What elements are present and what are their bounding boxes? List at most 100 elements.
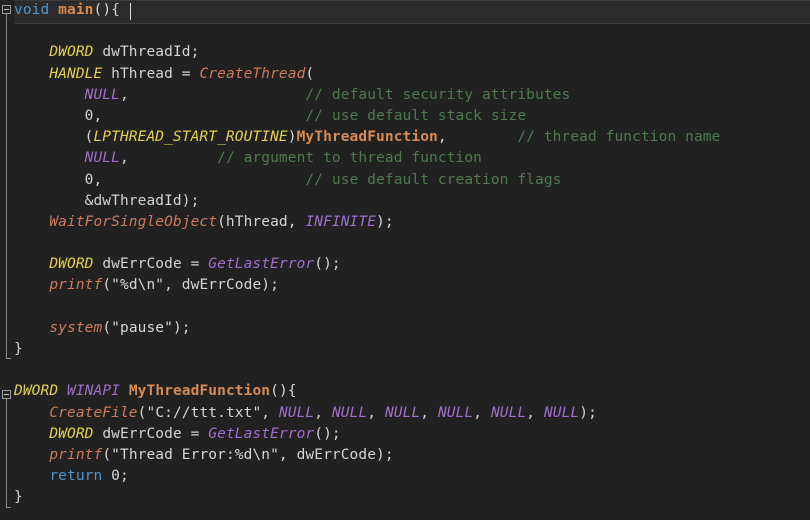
code-line[interactable]: } bbox=[14, 339, 810, 360]
code-token-string: "C://ttt.txt" bbox=[146, 404, 262, 421]
code-token-punct: ); bbox=[376, 213, 394, 230]
code-token-punct: ); bbox=[579, 404, 597, 421]
code-token-punct: ( bbox=[102, 319, 112, 336]
code-token-keyword: return bbox=[49, 468, 103, 485]
code-token-plain: , dwErrCode); bbox=[278, 446, 394, 463]
code-token-comment: // default security attributes bbox=[305, 86, 571, 103]
code-token-comment: // thread function name bbox=[517, 129, 721, 146]
code-line[interactable]: WaitForSingleObject(hThread, INFINITE); bbox=[14, 212, 810, 233]
code-token-type: LPTHREAD_START_ROUTINE bbox=[93, 129, 288, 146]
code-line[interactable]: printf("Thread Error:%d\n", dwErrCode); bbox=[14, 445, 810, 466]
code-line[interactable] bbox=[14, 233, 810, 254]
code-line[interactable]: (LPTHREAD_START_ROUTINE)MyThreadFunction… bbox=[14, 127, 810, 148]
code-token-plain: , bbox=[473, 404, 491, 421]
fold-marker-mythreadfunction[interactable] bbox=[2, 390, 11, 399]
code-token-macro: GetLastError bbox=[208, 256, 315, 273]
code-token-macro: NULL bbox=[278, 404, 315, 421]
code-line[interactable]: DWORD dwErrCode = GetLastError(); bbox=[14, 254, 810, 275]
code-token-plain: , bbox=[526, 404, 544, 421]
code-line[interactable]: NULL, // default security attributes bbox=[14, 85, 810, 106]
code-line[interactable] bbox=[14, 21, 810, 42]
fold-marker-main[interactable] bbox=[2, 5, 11, 14]
code-line[interactable]: 0, // use default stack size bbox=[14, 106, 810, 127]
code-token-punct: , bbox=[119, 150, 129, 167]
code-token-fncall: CreateThread bbox=[199, 65, 306, 82]
code-token-comment: // argument to thread function bbox=[217, 150, 483, 167]
code-line[interactable]: HANDLE hThread = CreateThread( bbox=[14, 64, 810, 85]
code-line[interactable]: DWORD dwErrCode = GetLastError(); bbox=[14, 424, 810, 445]
code-token-punct: ; bbox=[120, 468, 129, 485]
code-token-plain: , bbox=[420, 404, 438, 421]
code-token-punct: (); bbox=[314, 425, 341, 442]
code-token-plain: , bbox=[314, 404, 332, 421]
code-token-punct: ( bbox=[14, 129, 94, 146]
fold-marker-mythreadfunction-range-line bbox=[6, 399, 11, 508]
code-token-plain: dwThreadId; bbox=[93, 44, 200, 61]
code-token-type: DWORD bbox=[14, 383, 59, 400]
text-cursor bbox=[129, 3, 131, 20]
code-line[interactable]: DWORD WINAPI MyThreadFunction(){ bbox=[14, 381, 810, 402]
code-line[interactable]: DWORD dwThreadId; bbox=[14, 42, 810, 63]
code-token-macro: NULL bbox=[543, 404, 580, 421]
code-token-fncall: system bbox=[49, 319, 103, 336]
code-token-punct: ); bbox=[172, 319, 191, 336]
code-line[interactable]: &dwThreadId); bbox=[14, 191, 810, 212]
code-line[interactable]: system("pause"); bbox=[14, 318, 810, 339]
code-token-plain: } bbox=[14, 341, 23, 357]
code-token-macro: NULL bbox=[331, 404, 368, 421]
code-editor[interactable]: void main(){ DWORD dwThreadId; HANDLE hT… bbox=[0, 0, 810, 520]
code-token-type: DWORD bbox=[49, 44, 94, 61]
code-line[interactable]: printf("%d\n", dwErrCode); bbox=[14, 275, 810, 296]
code-token-plain: dwErrCode = bbox=[93, 256, 209, 273]
code-content[interactable]: void main(){ DWORD dwThreadId; HANDLE hT… bbox=[14, 0, 810, 520]
code-token-string: "%d\n" bbox=[111, 277, 165, 294]
code-token-fncall: printf bbox=[49, 446, 103, 463]
code-token-string: "Thread Error:%d\n" bbox=[111, 446, 279, 463]
code-token-macro: NULL bbox=[84, 150, 120, 167]
code-token-punct: , bbox=[93, 107, 103, 124]
code-token-punct: ( bbox=[102, 446, 112, 463]
code-token-plain: hThread = bbox=[102, 65, 200, 82]
code-token-macro: INFINITE bbox=[305, 213, 377, 230]
code-line[interactable]: void main(){ bbox=[14, 0, 810, 21]
code-token-string: "pause" bbox=[111, 319, 173, 336]
code-line[interactable]: 0, // use default creation flags bbox=[14, 170, 810, 191]
fold-marker-main-range-line bbox=[6, 14, 11, 359]
fold-gutter[interactable] bbox=[0, 0, 14, 520]
code-line[interactable]: NULL, // argument to thread function bbox=[14, 148, 810, 169]
code-token-punct: (){ bbox=[270, 383, 297, 400]
code-line[interactable] bbox=[14, 360, 810, 381]
code-token-macro: WINAPI bbox=[67, 383, 120, 400]
code-token-number: 0 bbox=[111, 468, 120, 485]
code-line[interactable] bbox=[14, 297, 810, 318]
code-line[interactable]: return 0; bbox=[14, 466, 810, 487]
code-token-fncall: WaitForSingleObject bbox=[49, 213, 218, 230]
code-token-plain: } bbox=[14, 489, 23, 506]
code-line[interactable]: } bbox=[14, 487, 810, 508]
code-token-type: HANDLE bbox=[49, 65, 103, 82]
code-token-punct: ) bbox=[287, 129, 297, 146]
code-line[interactable]: CreateFile("C://ttt.txt", NULL, NULL, NU… bbox=[14, 403, 810, 424]
code-token-macro: NULL bbox=[490, 404, 527, 421]
code-token-macro: NULL bbox=[437, 404, 474, 421]
code-token-type: DWORD bbox=[49, 425, 94, 442]
